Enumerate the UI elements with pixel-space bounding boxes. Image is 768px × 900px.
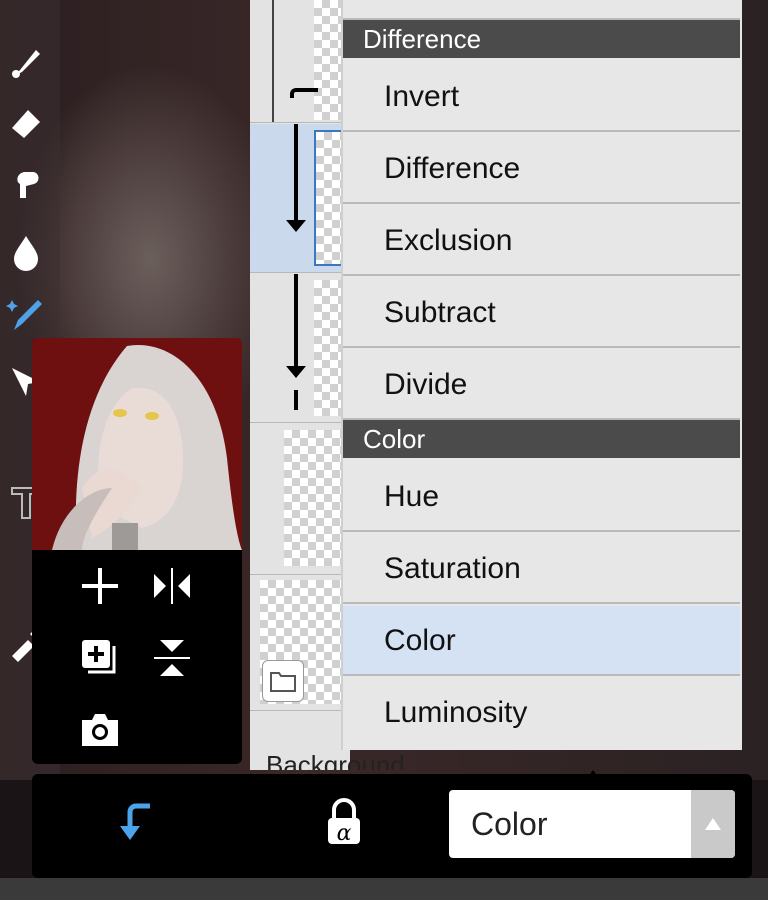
- dropdown-arrow-icon: [691, 790, 735, 858]
- alpha-lock-icon[interactable]: α: [318, 796, 370, 848]
- layer-row[interactable]: [250, 274, 350, 423]
- reference-panel: [32, 338, 242, 764]
- svg-text:α: α: [337, 821, 352, 846]
- reference-image[interactable]: [32, 338, 242, 550]
- layer-row-selected[interactable]: [250, 124, 350, 273]
- layer-row[interactable]: [250, 0, 350, 123]
- menu-item-hue[interactable]: Hue: [343, 462, 740, 532]
- flip-horizontal-icon[interactable]: [148, 562, 196, 610]
- menu-item-subtract[interactable]: Subtract: [343, 278, 740, 348]
- blend-mode-menu: Difference Invert Difference Exclusion S…: [343, 0, 742, 750]
- smudge-icon[interactable]: [4, 160, 48, 204]
- bottom-edge: [0, 878, 768, 900]
- section-header-color: Color: [343, 420, 740, 458]
- folder-icon: [262, 660, 304, 702]
- layer-panel: [250, 0, 350, 770]
- blend-mode-select[interactable]: Color: [449, 790, 735, 858]
- menu-item-divide[interactable]: Divide: [343, 350, 740, 420]
- layer-row[interactable]: [250, 424, 350, 575]
- menu-item-color-selected[interactable]: Color: [343, 606, 740, 676]
- clip-arrow-icon[interactable]: [110, 796, 162, 848]
- menu-item-invert[interactable]: Invert: [343, 62, 740, 132]
- blend-mode-value: Color: [471, 806, 548, 842]
- layer-folder-row[interactable]: [250, 576, 350, 711]
- menu-item-difference[interactable]: Difference: [343, 134, 740, 204]
- magic-pen-icon[interactable]: [4, 292, 48, 336]
- flip-vertical-icon[interactable]: [148, 634, 196, 682]
- camera-icon[interactable]: [76, 706, 124, 754]
- layer-name-background: Background: [266, 750, 405, 770]
- menu-item-luminosity[interactable]: Luminosity: [343, 678, 740, 748]
- menu-item-saturation[interactable]: Saturation: [343, 534, 740, 604]
- menu-item-exclusion[interactable]: Exclusion: [343, 206, 740, 276]
- brush-icon[interactable]: [4, 40, 48, 84]
- add-layer-icon[interactable]: [76, 634, 124, 682]
- menu-pointer: [577, 770, 609, 792]
- plus-icon[interactable]: [76, 562, 124, 610]
- blur-drop-icon[interactable]: [4, 230, 48, 274]
- eraser-icon[interactable]: [4, 100, 48, 144]
- section-header-difference: Difference: [343, 20, 740, 58]
